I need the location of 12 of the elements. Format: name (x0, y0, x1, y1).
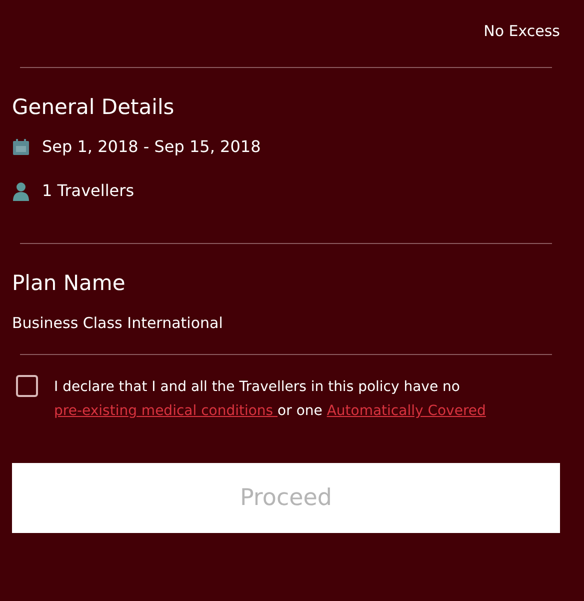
travel-dates: Sep 1, 2018 - Sep 15, 2018 (42, 136, 261, 158)
person-icon (12, 181, 30, 201)
policy-link[interactable]: pre-existing medical conditions (54, 403, 278, 419)
travellers-count: 1 Travellers (42, 180, 134, 202)
excess-label: No Excess (484, 21, 560, 42)
declaration-text: I declare that I and all the Travellers in this policy have no pre-existing medical conditions or one Automatically Covered (54, 378, 487, 421)
calendar-icon (12, 138, 30, 156)
plan-name: Business Class International (12, 312, 224, 334)
policy-link[interactable]: Automatically Covered (326, 403, 486, 419)
section-title: Plan Name (12, 270, 126, 297)
section-title: General Details (12, 94, 176, 120)
declaration-checkbox[interactable] (16, 375, 38, 397)
